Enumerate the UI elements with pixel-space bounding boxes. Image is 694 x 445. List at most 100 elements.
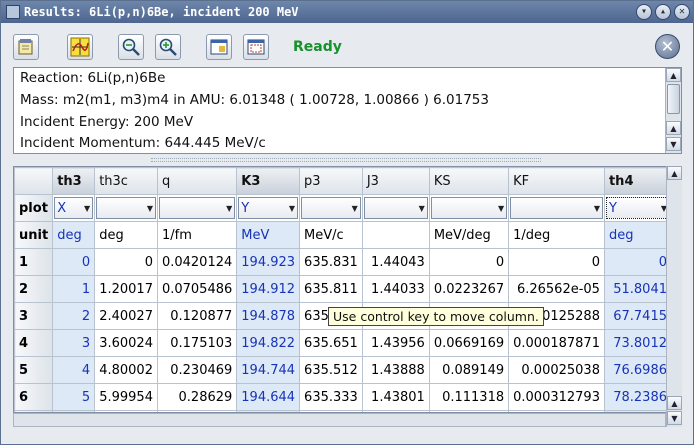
table-cell[interactable]: 67.7415 (603, 302, 673, 330)
table-cell[interactable]: 0.230469 (156, 356, 238, 384)
table-cell[interactable]: 0.0223267 (428, 275, 510, 303)
plot-axis-select[interactable]: Y ▼ (605, 197, 670, 219)
table-cell[interactable]: 1.44043 (361, 248, 430, 276)
close-button[interactable]: ✕ (655, 34, 680, 59)
table-vertical-scrollbar[interactable]: ▲ ▲ ▼ (666, 166, 682, 427)
table-cell[interactable]: 2 (52, 302, 96, 330)
table-cell[interactable]: 0.120877 (156, 302, 238, 330)
plot-axis-select[interactable]: ▼ (430, 197, 508, 219)
unit-cell[interactable]: deg (52, 221, 96, 249)
scroll-down-button[interactable]: ▼ (666, 137, 681, 151)
plot-button[interactable] (67, 34, 93, 60)
plot-axis-select[interactable]: ▼ (96, 197, 156, 219)
scroll-thumb[interactable] (667, 84, 680, 114)
fullscreen-button[interactable] (243, 34, 269, 60)
table-cell[interactable]: 4 (52, 356, 96, 384)
table-cell[interactable]: 4.80002 (94, 356, 158, 384)
unit-cell[interactable]: deg (603, 221, 673, 249)
table-cell[interactable]: 5 (52, 383, 96, 411)
table-cell[interactable]: 1.43888 (361, 356, 430, 384)
row-number[interactable]: 6 (14, 383, 54, 411)
table-cell[interactable]: 0.000312793 (508, 383, 605, 411)
column-header[interactable]: th3 (52, 167, 96, 195)
table-cell[interactable]: 5.99954 (94, 383, 158, 411)
table-cell[interactable]: 78.2386 (603, 383, 673, 411)
zoom-out-button[interactable] (118, 34, 144, 60)
table-cell[interactable]: 0.0669169 (428, 329, 510, 357)
table-cell[interactable]: 0 (94, 248, 158, 276)
table-cell[interactable]: 635.811 (299, 275, 363, 303)
maximize-button[interactable]: ▴ (655, 4, 671, 20)
column-header[interactable]: KF (508, 167, 605, 195)
app-icon[interactable] (6, 5, 20, 19)
unit-cell[interactable]: MeV/deg (428, 221, 510, 249)
table-row[interactable]: 4 3 3.60024 0.175103 194.822 635.651 1.43956 0.… (14, 329, 681, 357)
zoom-in-button[interactable] (155, 34, 181, 60)
row-number[interactable]: 1 (14, 248, 54, 276)
reaction-info-panel[interactable]: Reaction: 6Li(p,n)6Be Mass: m2(m1, m3)m4… (13, 67, 682, 154)
table-scroll-down-button[interactable]: ▼ (667, 411, 682, 425)
column-header[interactable]: K3 (236, 167, 301, 195)
table-cell[interactable]: 635.831 (299, 248, 363, 276)
title-bar[interactable]: Results: 6Li(p,n)6Be, incident 200 MeV ▾… (1, 1, 693, 23)
table-cell[interactable]: 51.8041 (603, 275, 673, 303)
table-row[interactable]: 2 1 1.20017 0.0705486 194.912 635.811 1.44033 0… (14, 275, 681, 303)
table-cell[interactable]: 0.111318 (428, 383, 510, 411)
unit-cell[interactable]: deg (94, 221, 158, 249)
minimize-button[interactable]: ▾ (636, 4, 652, 20)
column-header[interactable]: th4 (603, 167, 673, 195)
unit-cell[interactable]: MeV (236, 221, 301, 249)
row-number[interactable]: 2 (14, 275, 54, 303)
table-cell[interactable]: 194.912 (236, 275, 301, 303)
table-cell[interactable]: 0.0420124 (156, 248, 238, 276)
table-cell[interactable]: 0.00025038 (508, 356, 605, 384)
column-header[interactable]: J3 (361, 167, 430, 195)
plot-axis-select[interactable]: ▼ (510, 197, 603, 219)
table-cell[interactable]: 76.6986 (603, 356, 673, 384)
table-cell[interactable]: 194.744 (236, 356, 301, 384)
table-cell[interactable]: 0 (603, 248, 673, 276)
table-cell[interactable]: 2.40027 (94, 302, 158, 330)
table-cell[interactable]: 0.28629 (156, 383, 238, 411)
unit-cell[interactable] (361, 221, 430, 249)
table-cell[interactable]: 1.44033 (361, 275, 430, 303)
splitter-handle[interactable] (151, 158, 541, 162)
plot-axis-select[interactable]: X ▼ (54, 197, 94, 219)
window-close-button[interactable]: ✕ (674, 4, 690, 20)
table-cell[interactable]: 1.43956 (361, 329, 430, 357)
table-cell[interactable]: 0.000187871 (508, 329, 605, 357)
column-header[interactable]: th3c (94, 167, 158, 195)
table-cell[interactable]: 194.644 (236, 383, 301, 411)
row-number[interactable]: 5 (14, 356, 54, 384)
table-cell[interactable]: 1.43801 (361, 383, 430, 411)
table-cell[interactable]: 194.923 (236, 248, 301, 276)
save-button[interactable] (13, 34, 39, 60)
table-cell[interactable]: 1 (52, 275, 96, 303)
column-header[interactable]: KS (428, 167, 510, 195)
unit-cell[interactable]: 1/fm (156, 221, 238, 249)
table-row[interactable]: 1 0 0 0.0420124 194.923 635.831 1.44043 0 0 0 (14, 248, 681, 276)
info-scrollbar[interactable]: ▲ ▲ ▼ (665, 68, 681, 153)
table-cell[interactable]: 3.60024 (94, 329, 158, 357)
table-cell[interactable]: 0.089149 (428, 356, 510, 384)
table-cell[interactable]: 0.0705486 (156, 275, 238, 303)
table-horizontal-scrollbar[interactable] (13, 413, 666, 427)
row-number[interactable]: 3 (14, 302, 54, 330)
row-number[interactable]: 4 (14, 329, 54, 357)
column-header[interactable]: p3 (299, 167, 363, 195)
plot-axis-select[interactable]: ▼ (301, 197, 361, 219)
table-cell[interactable]: 0.175103 (156, 329, 238, 357)
table-scroll-up-button[interactable]: ▲ (667, 166, 682, 180)
table-cell[interactable]: 0 (508, 248, 605, 276)
unit-cell[interactable]: 1/deg (508, 221, 605, 249)
plot-axis-select[interactable]: Y ▼ (238, 197, 299, 219)
column-header[interactable]: q (156, 167, 238, 195)
scroll-up-button[interactable]: ▲ (666, 68, 681, 82)
table-cell[interactable]: 0 (52, 248, 96, 276)
unit-cell[interactable]: MeV/c (299, 221, 363, 249)
table-cell[interactable]: 635.512 (299, 356, 363, 384)
plot-axis-select[interactable]: ▼ (158, 197, 236, 219)
table-row[interactable]: 5 4 4.80002 0.230469 194.744 635.512 1.43888 0.… (14, 356, 681, 384)
table-cell[interactable]: 3 (52, 329, 96, 357)
table-cell[interactable]: 0 (428, 248, 510, 276)
